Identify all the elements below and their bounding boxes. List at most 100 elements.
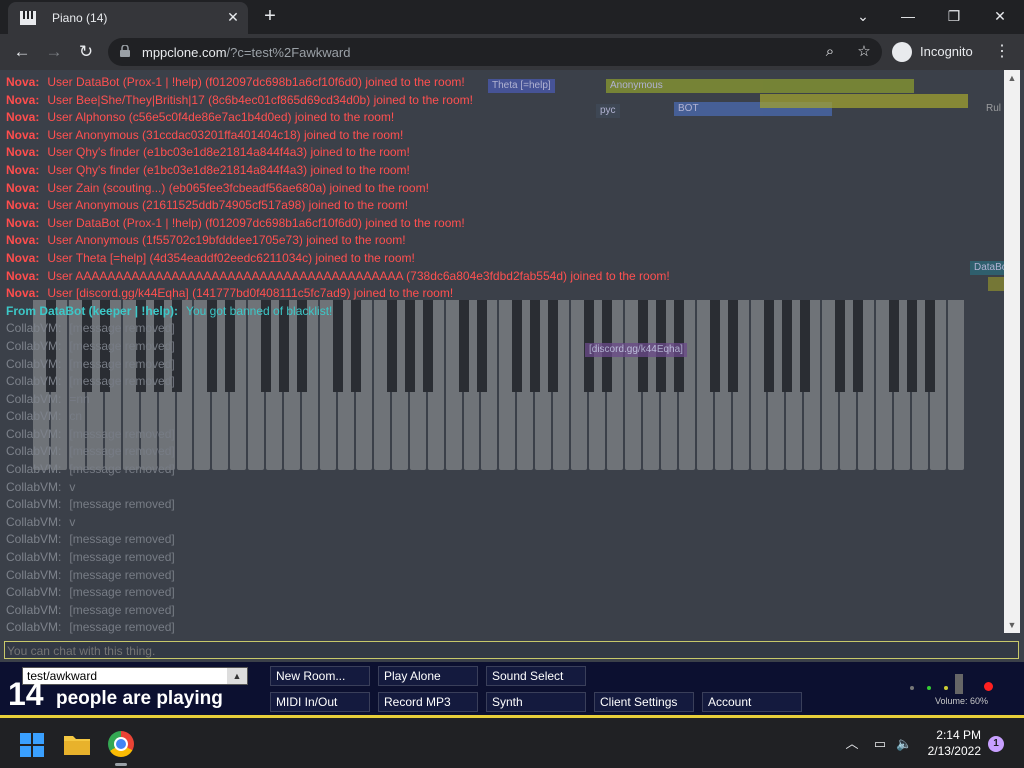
incognito-indicator[interactable]: Incognito <box>890 40 980 64</box>
zoom-icon[interactable]: ⌕ <box>820 42 840 62</box>
chat-message: CollabVM: [message removed] <box>6 443 1006 461</box>
midi-button[interactable]: MIDI In/Out <box>270 692 370 712</box>
record-indicator <box>984 682 993 691</box>
url-host: mppclone.com <box>142 45 227 60</box>
room-select[interactable]: test/awkward ▲ <box>22 667 248 685</box>
chat-message: Nova: User Qhy's finder (e1bc03e1d8e21814… <box>6 162 1006 180</box>
close-tab-icon[interactable]: ✕ <box>224 8 242 26</box>
chat-author: Nova: <box>6 286 40 301</box>
players-label: people are playing <box>56 688 223 709</box>
chat-message: CollabVM: [message removed] <box>6 356 1006 374</box>
notification-badge[interactable]: 1 <box>988 736 1004 752</box>
minimize-icon[interactable]: — <box>888 4 928 28</box>
volume-icon[interactable]: 🔈 <box>896 736 912 752</box>
chevron-up-icon[interactable]: ▲ <box>227 668 247 684</box>
account-button[interactable]: Account <box>702 692 802 712</box>
sound-select-button[interactable]: Sound Select <box>486 666 586 686</box>
chat-author: CollabVM: <box>6 391 62 406</box>
chat-text: [message removed] <box>69 532 175 547</box>
chat-text: User Zain (scouting...) (eb065fee3fcbead… <box>47 180 429 195</box>
chat-message: Nova: User [discord.gg/k44Eqha] (141777bd… <box>6 285 1006 303</box>
chat-author: CollabVM: <box>6 514 62 529</box>
chat-message: CollabVM: [message removed] <box>6 584 1006 602</box>
network-icon[interactable]: ▭ <box>872 736 888 752</box>
chat-author: CollabVM: <box>6 550 62 565</box>
clock-time: 2:14 PM <box>936 728 981 742</box>
chat-message: Nova: User Theta [=help] (4d354eaddf02eed… <box>6 250 1006 268</box>
new-tab-button[interactable]: + <box>260 6 280 26</box>
scroll-up-icon[interactable]: ▲ <box>1007 73 1017 83</box>
chat-author: Nova: <box>6 250 40 265</box>
chat-author: CollabVM: <box>6 426 62 441</box>
taskbar: ︿ ▭ 🔈 2:14 PM 2/13/2022 1 <box>0 718 1024 768</box>
record-mp3-button[interactable]: Record MP3 <box>378 692 478 712</box>
chat-author: CollabVM: <box>6 497 62 512</box>
chat-message: CollabVM: [message removed] <box>6 567 1006 585</box>
chat-text: User Theta [=help] (4d354eaddf02eedc6211… <box>47 250 415 265</box>
indicator-dot <box>927 686 931 690</box>
chat-scrollbar[interactable]: ▲ ▼ <box>1004 70 1020 633</box>
chat-text: User Qhy's finder (e1bc03e1d8e21814a844f… <box>47 162 410 177</box>
chat-message: CollabVM: =nn <box>6 391 1006 409</box>
chat-author: CollabVM: <box>6 321 62 336</box>
restore-icon[interactable]: ❐ <box>934 4 974 28</box>
new-room-button[interactable]: New Room... <box>270 666 370 686</box>
chat-message: Nova: User Bee|She/They|British|17 (8c6b4… <box>6 92 1006 110</box>
tab-title: Piano (14) <box>52 11 108 25</box>
chat-message: CollabVM: v <box>6 514 1006 532</box>
clock-date: 2/13/2022 <box>927 744 981 758</box>
forward-arrow-icon[interactable]: → <box>42 40 66 64</box>
synth-button[interactable]: Synth <box>486 692 586 712</box>
chat-author: Nova: <box>6 162 40 177</box>
kebab-menu-icon[interactable]: ⋮ <box>994 40 1010 64</box>
play-alone-button[interactable]: Play Alone <box>378 666 478 686</box>
incognito-label: Incognito <box>920 44 973 59</box>
chat-message: Nova: User Alphonso (c56e5c0f4de86e7ac1b4… <box>6 109 1006 127</box>
back-arrow-icon[interactable]: ← <box>10 40 34 64</box>
url-text: mppclone.com/?c=test%2Fawkward <box>142 45 350 60</box>
close-icon[interactable]: ✕ <box>980 4 1020 28</box>
clock[interactable]: 2:14 PM 2/13/2022 <box>925 727 981 759</box>
chat-author: CollabVM: <box>6 532 62 547</box>
chat-text: User AAAAAAAAAAAAAAAAAAAAAAAAAAAAAAAAAAA… <box>47 268 670 283</box>
chat-text: You got banned of blacklist! <box>186 303 333 318</box>
controls-bar: test/awkward ▲ 14 people are playing New… <box>0 662 1024 718</box>
chat-log: Nova: User DataBot (Prox-1 | !help) (f012… <box>6 74 1006 637</box>
indicator-dot <box>944 686 948 690</box>
scroll-down-icon[interactable]: ▼ <box>1007 620 1017 630</box>
tab-strip: Piano (14) ✕ + ⌄ — ❐ ✕ <box>0 0 1024 34</box>
chat-author: Nova: <box>6 75 40 89</box>
volume-slider[interactable] <box>955 674 963 694</box>
chat-text: User DataBot (Prox-1 | !help) (f012097dc… <box>47 75 465 89</box>
chat-text: [message removed] <box>69 374 175 389</box>
chat-author: CollabVM: <box>6 374 62 389</box>
chat-author: CollabVM: <box>6 356 62 371</box>
chat-input[interactable] <box>5 643 1018 659</box>
windows-start-icon[interactable] <box>20 733 44 757</box>
chat-message: CollabVM: [message removed] <box>6 461 1006 479</box>
chat-text: User Alphonso (c56e5c0f4de86e7ac1b4d0ed)… <box>47 110 395 125</box>
chat-text: [message removed] <box>69 356 175 371</box>
chat-text: User Anonymous (31ccdac03201ffa401404c18… <box>47 127 404 142</box>
reload-icon[interactable]: ↻ <box>74 40 98 64</box>
chat-message: From DataBot (keeper | !help): You got ba… <box>6 303 1006 321</box>
chat-message: CollabVM: [message removed] <box>6 549 1006 567</box>
chrome-icon[interactable] <box>108 731 134 757</box>
folder-icon[interactable] <box>64 733 90 755</box>
tab-search-icon[interactable]: ⌄ <box>843 4 883 28</box>
chat-author: Nova: <box>6 268 40 283</box>
chat-message: CollabVM: [message removed] <box>6 531 1006 549</box>
indicator-dot <box>910 686 914 690</box>
chat-text: [message removed] <box>69 602 175 617</box>
chevron-up-icon[interactable]: ︿ <box>844 736 860 752</box>
chat-message: CollabVM: v <box>6 479 1006 497</box>
browser-tab[interactable]: Piano (14) ✕ <box>8 2 248 34</box>
client-settings-button[interactable]: Client Settings <box>594 692 694 712</box>
chat-author: Nova: <box>6 127 40 142</box>
star-icon[interactable]: ☆ <box>854 42 874 62</box>
chat-author: CollabVM: <box>6 462 62 477</box>
volume-label: Volume: 60% <box>935 696 989 706</box>
chat-text: [message removed] <box>69 444 175 459</box>
chat-message: CollabVM: [message removed] <box>6 338 1006 356</box>
address-bar[interactable]: mppclone.com/?c=test%2Fawkward ⌕ ☆ <box>108 38 882 66</box>
